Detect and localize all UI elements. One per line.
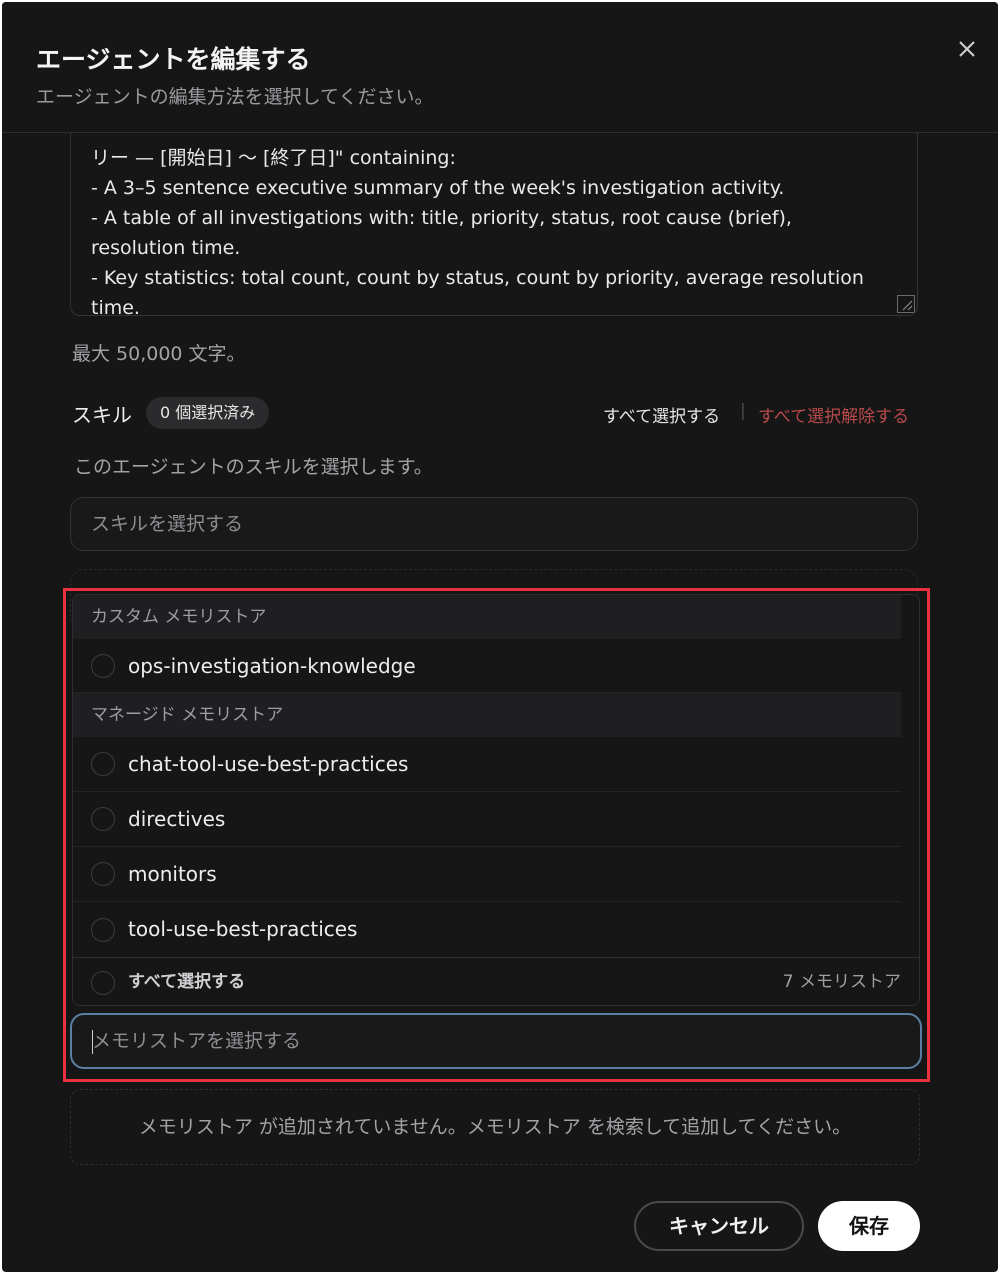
memory-select-all-row[interactable]: すべて選択する 7 メモリストア (73, 957, 919, 1005)
skills-selected-badge: 0 個選択済み (146, 397, 270, 429)
group-header-custom: カスタム メモリストア (73, 595, 901, 639)
memory-option-monitors[interactable]: monitors (73, 847, 901, 902)
group-header-managed: マネージド メモリストア (73, 693, 901, 737)
option-label: directives (128, 807, 226, 831)
link-separator: | (740, 401, 746, 421)
edit-agent-dialog: リー — [開始日] 〜 [終了日]" containing: - A 3–5 … (2, 2, 998, 1272)
cancel-button[interactable]: キャンセル (634, 1201, 804, 1251)
option-label: ops-investigation-knowledge (128, 654, 416, 678)
dialog-subtitle: エージェントの編集方法を選択してください。 (36, 86, 434, 108)
radio-icon (91, 970, 115, 995)
option-label: tool-use-best-practices (128, 917, 358, 941)
memory-input-placeholder: メモリストアを選択する (92, 1030, 302, 1052)
memory-store-dropdown: カスタム メモリストア ops-investigation-knowledge … (72, 594, 920, 1006)
option-label: chat-tool-use-best-practices (128, 752, 409, 776)
close-icon (959, 41, 975, 57)
skills-description: このエージェントのスキルを選択します。 (74, 456, 433, 478)
memory-empty-state: メモリストア が追加されていません。メモリストア を検索して追加してください。 (70, 1089, 920, 1165)
skills-select-input[interactable]: スキルを選択する (70, 497, 918, 551)
close-button[interactable] (954, 36, 980, 62)
save-button[interactable]: 保存 (818, 1201, 920, 1251)
skills-deselect-all-link[interactable]: すべて選択解除する (758, 402, 909, 427)
memory-option-ops-investigation-knowledge[interactable]: ops-investigation-knowledge (73, 639, 901, 693)
radio-icon (91, 752, 115, 776)
resize-handle-icon[interactable] (897, 295, 915, 313)
memory-store-count: 7 メモリストア (782, 972, 901, 992)
memory-option-directives[interactable]: directives (73, 792, 901, 847)
memory-option-tool-use-best-practices[interactable]: tool-use-best-practices (73, 902, 901, 957)
char-limit-hint: 最大 50,000 文字。 (72, 343, 246, 365)
memory-store-select-input[interactable]: メモリストアを選択する (70, 1013, 922, 1069)
skills-select-all-link[interactable]: すべて選択する (603, 402, 720, 427)
text-caret (92, 1030, 93, 1054)
radio-icon (91, 917, 115, 942)
radio-icon (91, 653, 115, 678)
radio-icon (91, 807, 115, 831)
instructions-text: リー — [開始日] 〜 [終了日]" containing: - A 3–5 … (91, 147, 864, 316)
instructions-textarea[interactable]: リー — [開始日] 〜 [終了日]" containing: - A 3–5 … (70, 112, 918, 316)
memory-option-chat-tool-use-best-practices[interactable]: chat-tool-use-best-practices (73, 737, 901, 792)
dialog-header: エージェントを編集する エージェントの編集方法を選択してください。 (2, 2, 998, 133)
memory-select-all-label: すべて選択する (128, 972, 246, 992)
option-label: monitors (128, 862, 217, 886)
radio-icon (91, 862, 115, 886)
skills-label: スキル (72, 403, 132, 427)
dialog-title: エージェントを編集する (36, 45, 311, 74)
